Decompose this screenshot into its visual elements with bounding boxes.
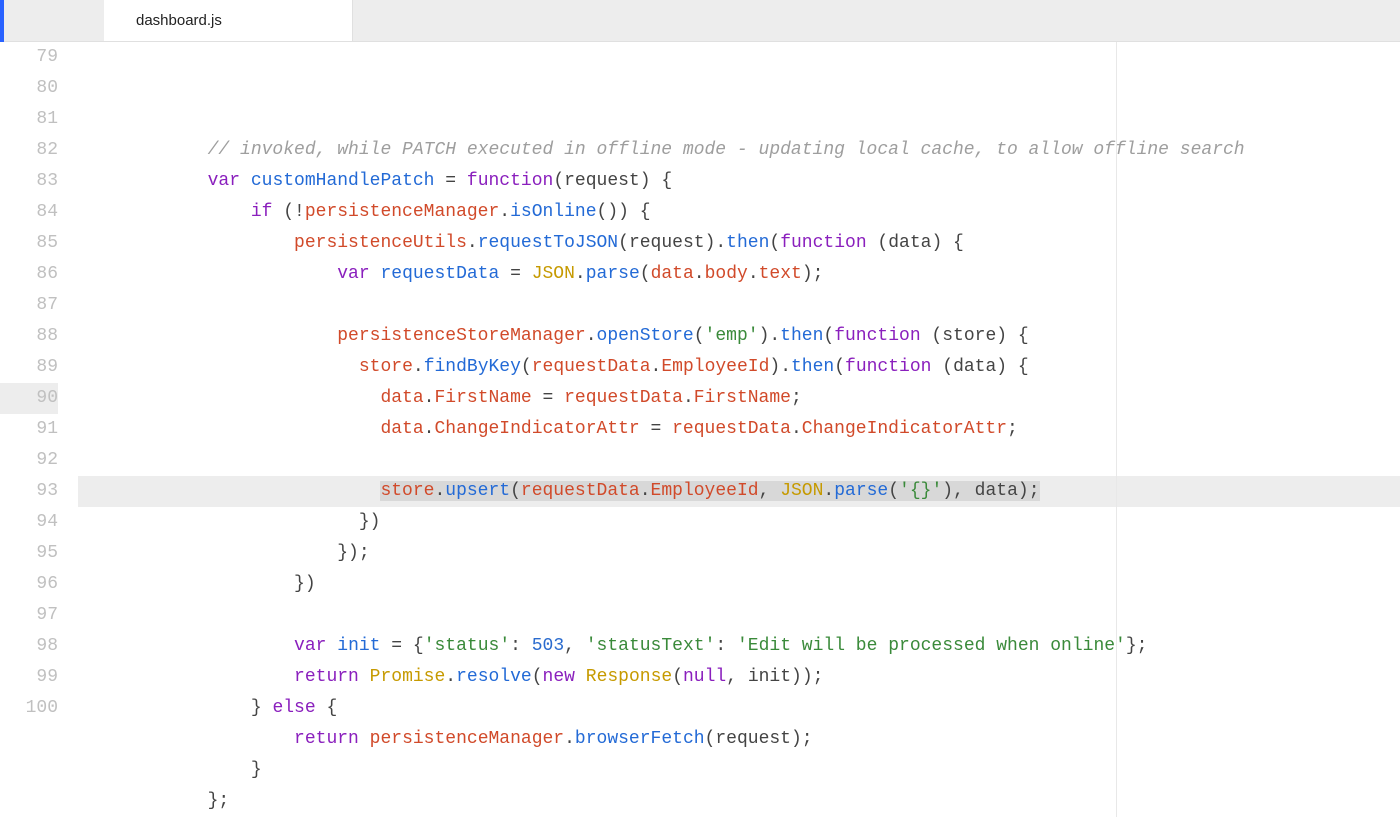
code-line[interactable]: // invoked, while PATCH executed in offl… bbox=[78, 135, 1400, 166]
code-line[interactable]: var requestData = JSON.parse(data.body.t… bbox=[78, 259, 1400, 290]
code-line[interactable]: } else { bbox=[78, 693, 1400, 724]
code-area[interactable]: // invoked, while PATCH executed in offl… bbox=[78, 42, 1400, 817]
line-number: 96 bbox=[0, 569, 58, 600]
code-line[interactable]: }; bbox=[78, 786, 1400, 817]
code-line[interactable]: return persistenceManager.browserFetch(r… bbox=[78, 724, 1400, 755]
line-number: 90 bbox=[0, 383, 58, 414]
line-number: 97 bbox=[0, 600, 58, 631]
line-number: 88 bbox=[0, 321, 58, 352]
line-number: 99 bbox=[0, 662, 58, 693]
line-number: 85 bbox=[0, 228, 58, 259]
line-number: 91 bbox=[0, 414, 58, 445]
tab-dashboard-js[interactable]: dashboard.js bbox=[104, 0, 353, 41]
line-number: 81 bbox=[0, 104, 58, 135]
line-number: 87 bbox=[0, 290, 58, 321]
active-tab-indicator bbox=[0, 0, 4, 42]
line-number: 82 bbox=[0, 135, 58, 166]
code-line[interactable]: return Promise.resolve(new Response(null… bbox=[78, 662, 1400, 693]
code-line[interactable]: data.ChangeIndicatorAttr = requestData.C… bbox=[78, 414, 1400, 445]
code-line[interactable]: data.FirstName = requestData.FirstName; bbox=[78, 383, 1400, 414]
tab-title: dashboard.js bbox=[136, 5, 222, 36]
code-line[interactable]: var init = {'status': 503, 'statusText':… bbox=[78, 631, 1400, 662]
line-number: 89 bbox=[0, 352, 58, 383]
line-number: 83 bbox=[0, 166, 58, 197]
code-line[interactable]: persistenceUtils.requestToJSON(request).… bbox=[78, 228, 1400, 259]
line-number: 92 bbox=[0, 445, 58, 476]
code-line[interactable]: } bbox=[78, 755, 1400, 786]
code-line[interactable]: store.upsert(requestData.EmployeeId, JSO… bbox=[78, 476, 1400, 507]
code-line[interactable]: var customHandlePatch = function(request… bbox=[78, 166, 1400, 197]
line-number: 79 bbox=[0, 42, 58, 73]
line-number: 93 bbox=[0, 476, 58, 507]
line-number-gutter: 7980818283848586878889909192939495969798… bbox=[0, 42, 78, 817]
line-number: 80 bbox=[0, 73, 58, 104]
line-number: 94 bbox=[0, 507, 58, 538]
code-editor[interactable]: 7980818283848586878889909192939495969798… bbox=[0, 42, 1400, 817]
code-line[interactable]: }) bbox=[78, 507, 1400, 538]
code-line[interactable]: if (!persistenceManager.isOnline()) { bbox=[78, 197, 1400, 228]
line-number: 86 bbox=[0, 259, 58, 290]
line-number: 98 bbox=[0, 631, 58, 662]
code-line[interactable]: }) bbox=[78, 569, 1400, 600]
line-number: 95 bbox=[0, 538, 58, 569]
code-line[interactable]: }); bbox=[78, 538, 1400, 569]
code-line[interactable] bbox=[78, 600, 1400, 631]
code-line[interactable] bbox=[78, 445, 1400, 476]
tab-bar: dashboard.js bbox=[0, 0, 1400, 42]
code-line[interactable] bbox=[78, 290, 1400, 321]
line-number: 100 bbox=[0, 693, 58, 724]
code-line[interactable]: store.findByKey(requestData.EmployeeId).… bbox=[78, 352, 1400, 383]
code-line[interactable]: persistenceStoreManager.openStore('emp')… bbox=[78, 321, 1400, 352]
line-number: 84 bbox=[0, 197, 58, 228]
